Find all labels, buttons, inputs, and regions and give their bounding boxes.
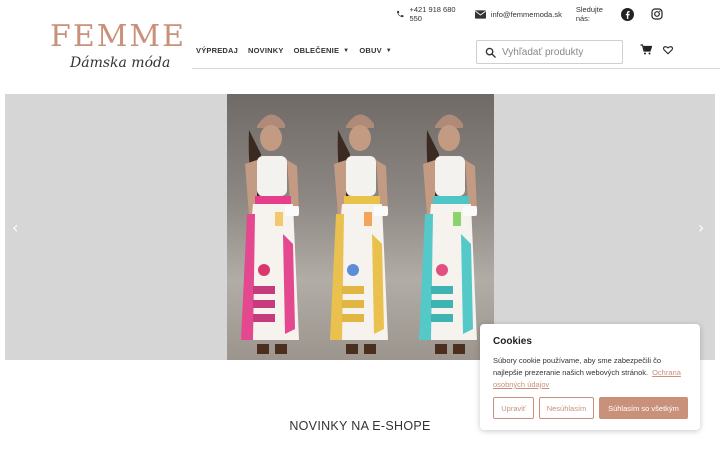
search-input[interactable] [502, 46, 617, 58]
chevron-down-icon: ▼ [385, 47, 392, 54]
search-box [476, 40, 623, 64]
follow-label: Sledujte nás: [575, 5, 603, 23]
main-nav: VÝPREDAJ NOVINKY OBLEČENIE ▼ OBUV ▼ [196, 46, 402, 55]
cookie-message: Súbory cookie používame, aby sme zabezpe… [493, 356, 662, 377]
logo-wordmark: FEMME [50, 19, 187, 54]
hero-product-photo[interactable] [227, 94, 494, 360]
cookie-text: Súbory cookie používame, aby sme zabezpe… [493, 355, 687, 391]
nav-item-label: OBLEČENIE [293, 46, 340, 55]
nav-item-clothing[interactable]: OBLEČENIE ▼ [294, 46, 350, 55]
envelope-icon [474, 9, 486, 19]
nav-item-new[interactable]: NOVINKY [248, 46, 284, 55]
slider-prev-arrow-icon[interactable]: ‹ [12, 218, 18, 237]
cart-icon[interactable] [640, 42, 653, 60]
nav-divider [192, 68, 720, 69]
email-address: info@femmemoda.sk [490, 9, 562, 19]
photo-panel-yellow [316, 94, 405, 360]
phone-number: +421 918 680 550 [409, 5, 456, 23]
phone-contact[interactable]: +421 918 680 550 [396, 5, 461, 23]
site-logo[interactable]: FEMME Dámska móda [48, 20, 184, 76]
phone-icon [397, 10, 404, 18]
cookie-buttons: Upraviť Nesúhlasím Súhlasím so všetkým [493, 397, 693, 419]
cookie-decline-button[interactable]: Nesúhlasím [539, 397, 594, 419]
instagram-icon[interactable] [651, 8, 668, 20]
email-contact[interactable]: info@femmemoda.sk [474, 9, 562, 19]
chevron-down-icon: ▼ [343, 47, 350, 54]
cookie-title: Cookies [493, 336, 532, 347]
nav-item-label: VÝPREDAJ [196, 46, 239, 55]
facebook-icon[interactable] [621, 7, 639, 21]
nav-item-label: NOVINKY [248, 46, 284, 55]
cookie-adjust-button[interactable]: Upraviť [493, 397, 534, 419]
logo-tagline: Dámska móda [70, 55, 171, 71]
nav-item-sale[interactable]: VÝPREDAJ [196, 46, 238, 55]
photo-panel-turquoise [405, 94, 494, 360]
nav-item-shoes[interactable]: OBUV ▼ [359, 46, 392, 55]
nav-item-label: OBUV [359, 46, 382, 55]
contact-bar: +421 918 680 550 info@femmemoda.sk Sledu… [396, 5, 680, 23]
wishlist-heart-icon[interactable] [663, 42, 673, 60]
cookie-accept-all-button[interactable]: Súhlasím so všetkým [599, 397, 688, 419]
slider-next-arrow-icon[interactable]: › [698, 218, 704, 237]
search-icon[interactable] [485, 47, 496, 58]
photo-panel-pink [227, 94, 316, 360]
hero-slider: ‹ › [5, 94, 715, 360]
cookie-banner: Cookies Súbory cookie používame, aby sme… [480, 324, 700, 430]
